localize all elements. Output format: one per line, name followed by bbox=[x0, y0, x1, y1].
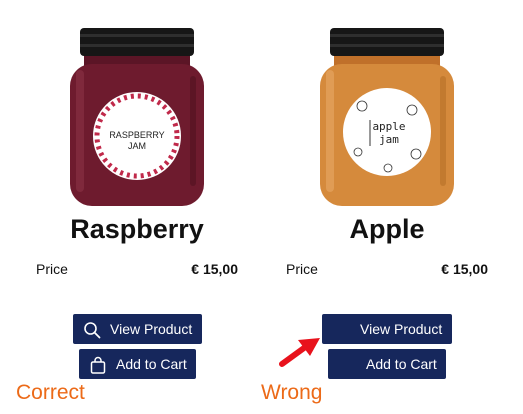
price-label: Price bbox=[286, 261, 318, 277]
apple-jam-jar-image: apple jam bbox=[320, 28, 454, 206]
price-value: € 15,00 bbox=[191, 261, 238, 277]
price-row: Price € 15,00 bbox=[36, 261, 238, 279]
search-icon bbox=[84, 322, 101, 339]
red-arrow-icon bbox=[279, 338, 320, 367]
caption-correct: Correct bbox=[16, 381, 85, 404]
raspberry-jam-jar-image: RASPBERRY JAM bbox=[70, 28, 204, 206]
price-label: Price bbox=[36, 261, 68, 277]
product-card-raspberry: RASPBERRY JAM Raspberry Price € 15,00 Vi… bbox=[32, 0, 242, 414]
jar-label-line-1: RASPBERRY bbox=[109, 130, 164, 140]
shopping-bag-icon bbox=[90, 356, 106, 374]
add-to-cart-label: Add to Cart bbox=[116, 356, 187, 372]
add-to-cart-button[interactable]: Add to Cart bbox=[79, 349, 196, 379]
view-product-label: View Product bbox=[360, 321, 443, 337]
add-to-cart-button[interactable]: Add to Cart bbox=[328, 349, 446, 379]
view-product-button[interactable]: View Product bbox=[322, 314, 452, 344]
product-title: Raspberry bbox=[70, 214, 204, 244]
view-product-label: View Product bbox=[110, 321, 193, 337]
caption-wrong: Wrong bbox=[261, 381, 323, 404]
price-row: Price € 15,00 bbox=[286, 261, 488, 279]
jar-label-line-2: jam bbox=[379, 133, 399, 146]
price-value: € 15,00 bbox=[441, 261, 488, 277]
view-product-button[interactable]: View Product bbox=[73, 314, 202, 344]
jar-label-line-1: apple bbox=[372, 120, 405, 133]
jar-label-line-2: JAM bbox=[128, 141, 146, 151]
product-title: Apple bbox=[349, 214, 425, 244]
add-to-cart-label: Add to Cart bbox=[366, 356, 437, 372]
